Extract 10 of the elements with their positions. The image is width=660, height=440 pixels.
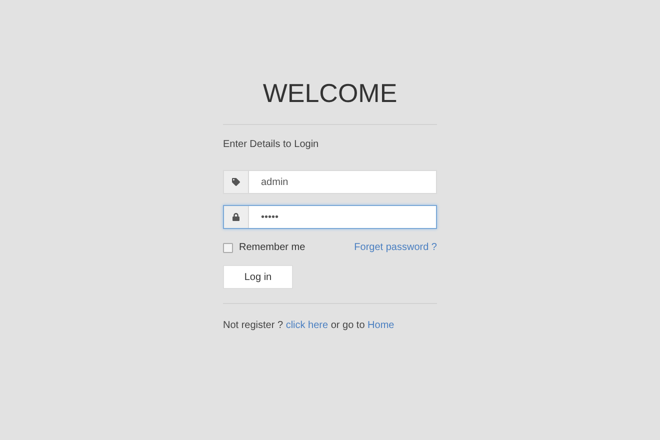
login-button[interactable]: Log in bbox=[223, 265, 293, 289]
welcome-title: WELCOME bbox=[262, 78, 398, 108]
remember-label: Remember me bbox=[239, 242, 306, 253]
login-instruction: Enter Details to Login bbox=[223, 139, 320, 150]
username-field[interactable]: admin bbox=[223, 170, 437, 194]
password-field[interactable]: ••••• bbox=[223, 205, 437, 229]
register-sentence: Not register ? click here or go to Home bbox=[223, 320, 396, 331]
remember-checkbox[interactable] bbox=[223, 242, 233, 252]
tag-icon bbox=[232, 178, 240, 186]
lock-icon bbox=[232, 213, 240, 221]
